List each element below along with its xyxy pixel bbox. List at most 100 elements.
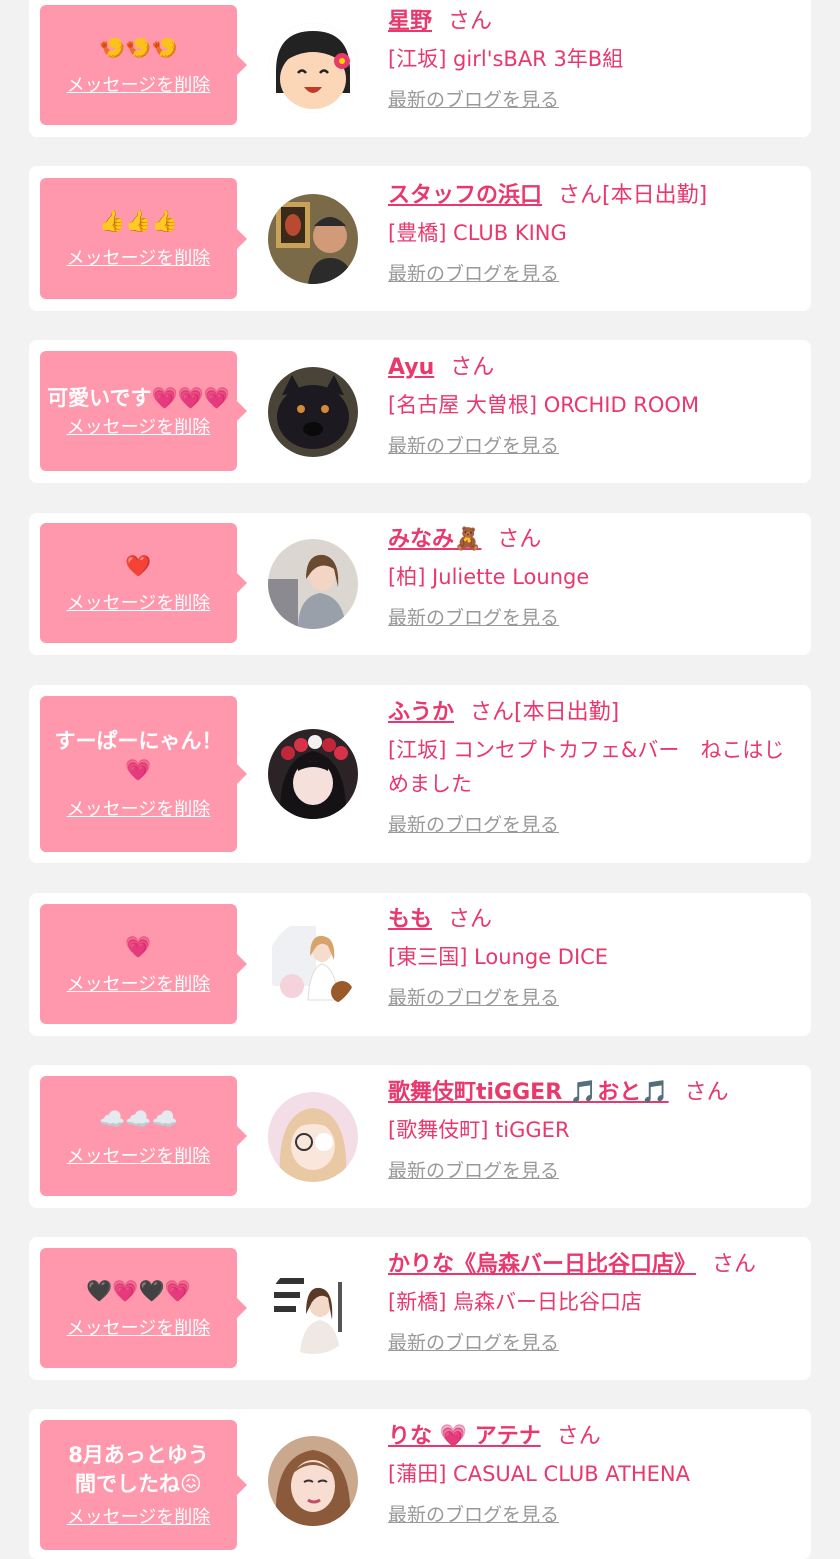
cast-name-link[interactable]: Ayu: [388, 355, 434, 380]
latest-blog-link[interactable]: 最新のブログを見る: [388, 985, 559, 1011]
cast-name-link[interactable]: 星野: [388, 9, 432, 34]
message-card: 🖤💗🖤💗 メッセージを削除 かりな《烏森バー日比谷口店》 さん [新橋] 烏森バー…: [29, 1237, 811, 1380]
cast-info: 星野 さん [江坂] girl'sBAR 3年B組 最新のブログを見る: [388, 7, 795, 113]
cast-name-link[interactable]: ふうか: [388, 700, 454, 725]
latest-blog-link[interactable]: 最新のブログを見る: [388, 812, 559, 838]
avatar-photo-icon: [268, 920, 358, 1010]
cast-info: もも さん [東三国] Lounge DICE 最新のブログを見る: [388, 905, 795, 1011]
avatar-photo-icon: [268, 539, 358, 629]
avatar-photo-icon: [268, 1264, 358, 1354]
message-text: ❤️: [125, 553, 152, 578]
honorific: さん: [450, 355, 495, 380]
shop-name: [名古屋 大曽根] ORCHID ROOM: [388, 393, 700, 417]
cast-info: りな 💗 アテナ さん [蒲田] CASUAL CLUB ATHENA 最新のブロ…: [388, 1422, 795, 1528]
avatar[interactable]: [268, 539, 358, 629]
cast-info: かりな《烏森バー日比谷口店》 さん [新橋] 烏森バー日比谷口店 最新のブログを見…: [388, 1250, 795, 1356]
honorific: さん: [712, 1252, 757, 1277]
cast-name-link[interactable]: みなみ🧸: [388, 527, 481, 552]
cast-name-link[interactable]: りな 💗 アテナ: [388, 1424, 541, 1449]
delete-message-link[interactable]: メッセージを削除: [67, 974, 211, 996]
delete-message-link[interactable]: メッセージを削除: [67, 1146, 211, 1168]
cast-info: みなみ🧸 さん [柏] Juliette Lounge 最新のブログを見る: [388, 525, 795, 631]
message-card: ❤️ メッセージを削除 みなみ🧸 さん [柏] Juliette Lounge 最…: [29, 513, 811, 655]
avatar[interactable]: [268, 23, 358, 113]
message-bubble: 可愛いです💗💗💗 メッセージを削除: [40, 351, 247, 471]
delete-message-link[interactable]: メッセージを削除: [67, 593, 211, 615]
avatar-photo-icon: [268, 194, 358, 284]
avatar[interactable]: [268, 194, 358, 284]
message-card: すーぱーにゃん！💗 メッセージを削除 ふうか さん[本日出勤] [江坂] コンセプ…: [29, 685, 811, 863]
latest-blog-link[interactable]: 最新のブログを見る: [388, 1502, 559, 1528]
avatar-dog-photo-icon: [268, 367, 358, 457]
shop-name: [江坂] コンセプトカフェ&バー ねこはじめました: [388, 738, 785, 796]
shop-name: [新橋] 烏森バー日比谷口店: [388, 1290, 643, 1314]
honorific: さん: [684, 1080, 729, 1105]
message-card: 💗 メッセージを削除 もも さん [東三国] Lounge DICE 最新のブログ…: [29, 893, 811, 1036]
cast-info: ふうか さん[本日出勤] [江坂] コンセプトカフェ&バー ねこはじめました 最新…: [388, 698, 795, 838]
message-bubble: ❤️ メッセージを削除: [40, 523, 247, 643]
message-text: ☁️☁️☁️: [99, 1106, 178, 1131]
delete-message-link[interactable]: メッセージを削除: [67, 1507, 211, 1529]
latest-blog-link[interactable]: 最新のブログを見る: [388, 87, 559, 113]
delete-message-link[interactable]: メッセージを削除: [67, 1318, 211, 1340]
avatar[interactable]: [268, 367, 358, 457]
cast-name-link[interactable]: スタッフの浜口: [388, 183, 542, 208]
message-text: 可愛いです💗💗💗: [47, 385, 230, 410]
honorific: さん: [556, 1424, 601, 1449]
message-text: 🖤💗🖤💗: [86, 1278, 191, 1303]
honorific: さん: [497, 527, 542, 552]
message-bubble: 8月あっとゆう間でしたね😖 メッセージを削除: [40, 1420, 247, 1550]
delete-message-link[interactable]: メッセージを削除: [67, 799, 211, 821]
latest-blog-link[interactable]: 最新のブログを見る: [388, 433, 559, 459]
avatar[interactable]: [268, 729, 358, 819]
latest-blog-link[interactable]: 最新のブログを見る: [388, 261, 559, 287]
message-text: 💗: [125, 934, 152, 959]
latest-blog-link[interactable]: 最新のブログを見る: [388, 1158, 559, 1184]
avatar[interactable]: [268, 1436, 358, 1526]
honorific: さん: [558, 183, 603, 208]
shop-name: [江坂] girl'sBAR 3年B組: [388, 47, 624, 71]
avatar[interactable]: [268, 1264, 358, 1354]
message-bubble: 💗 メッセージを削除: [40, 904, 247, 1024]
message-card: 🍤🍤🍤 メッセージを削除 星野 さん [江坂] girl'sBAR 3年B組 最新…: [29, 0, 811, 137]
avatar-illustration-icon: [268, 23, 358, 113]
message-text: すーぱーにゃん！💗: [54, 729, 223, 782]
avatar[interactable]: [268, 920, 358, 1010]
shop-name: [豊橋] CLUB KING: [388, 221, 567, 245]
honorific: さん: [448, 907, 493, 932]
message-bubble: ☁️☁️☁️ メッセージを削除: [40, 1076, 247, 1196]
cast-info: Ayu さん [名古屋 大曽根] ORCHID ROOM 最新のブログを見る: [388, 353, 795, 459]
shop-name: [柏] Juliette Lounge: [388, 565, 590, 589]
cast-name-link[interactable]: かりな《烏森バー日比谷口店》: [388, 1252, 696, 1277]
message-card: 8月あっとゆう間でしたね😖 メッセージを削除 りな 💗 アテナ さん [蒲田] C…: [29, 1409, 811, 1559]
latest-blog-link[interactable]: 最新のブログを見る: [388, 605, 559, 631]
message-bubble: 🍤🍤🍤 メッセージを削除: [40, 5, 247, 125]
message-text: 🍤🍤🍤: [99, 35, 178, 60]
message-card: ☁️☁️☁️ メッセージを削除 歌舞伎町tiGGER 🎵おと🎵 さん [歌舞伎町]…: [29, 1065, 811, 1208]
work-status: [本日出勤]: [602, 183, 708, 208]
message-bubble: 🖤💗🖤💗 メッセージを削除: [40, 1248, 247, 1368]
delete-message-link[interactable]: メッセージを削除: [67, 248, 211, 270]
avatar[interactable]: [268, 1092, 358, 1182]
honorific: さん: [448, 9, 493, 34]
latest-blog-link[interactable]: 最新のブログを見る: [388, 1330, 559, 1356]
cast-info: 歌舞伎町tiGGER 🎵おと🎵 さん [歌舞伎町] tiGGER 最新のブログを見…: [388, 1078, 795, 1184]
cast-info: スタッフの浜口 さん[本日出勤] [豊橋] CLUB KING 最新のブログを見る: [388, 181, 795, 287]
message-text: 8月あっとゆう間でしたね😖: [68, 1443, 209, 1496]
message-card: 可愛いです💗💗💗 メッセージを削除 Ayu さん [名古屋 大曽根] ORCHID…: [29, 340, 811, 483]
message-bubble: すーぱーにゃん！💗 メッセージを削除: [40, 696, 247, 852]
shop-name: [歌舞伎町] tiGGER: [388, 1118, 570, 1142]
honorific: さん: [470, 700, 515, 725]
delete-message-link[interactable]: メッセージを削除: [67, 417, 211, 439]
shop-name: [蒲田] CASUAL CLUB ATHENA: [388, 1462, 690, 1486]
message-card: 👍👍👍 メッセージを削除 スタッフの浜口 さん[本日出勤] [豊橋] CLUB K…: [29, 166, 811, 311]
cast-name-link[interactable]: 歌舞伎町tiGGER 🎵おと🎵: [388, 1080, 669, 1105]
work-status: [本日出勤]: [514, 700, 620, 725]
cast-name-link[interactable]: もも: [388, 907, 432, 932]
delete-message-link[interactable]: メッセージを削除: [67, 75, 211, 97]
shop-name: [東三国] Lounge DICE: [388, 945, 609, 969]
message-bubble: 👍👍👍 メッセージを削除: [40, 178, 247, 299]
avatar-photo-icon: [268, 1092, 358, 1182]
avatar-photo-icon: [268, 1436, 358, 1526]
message-text: 👍👍👍: [99, 209, 178, 233]
